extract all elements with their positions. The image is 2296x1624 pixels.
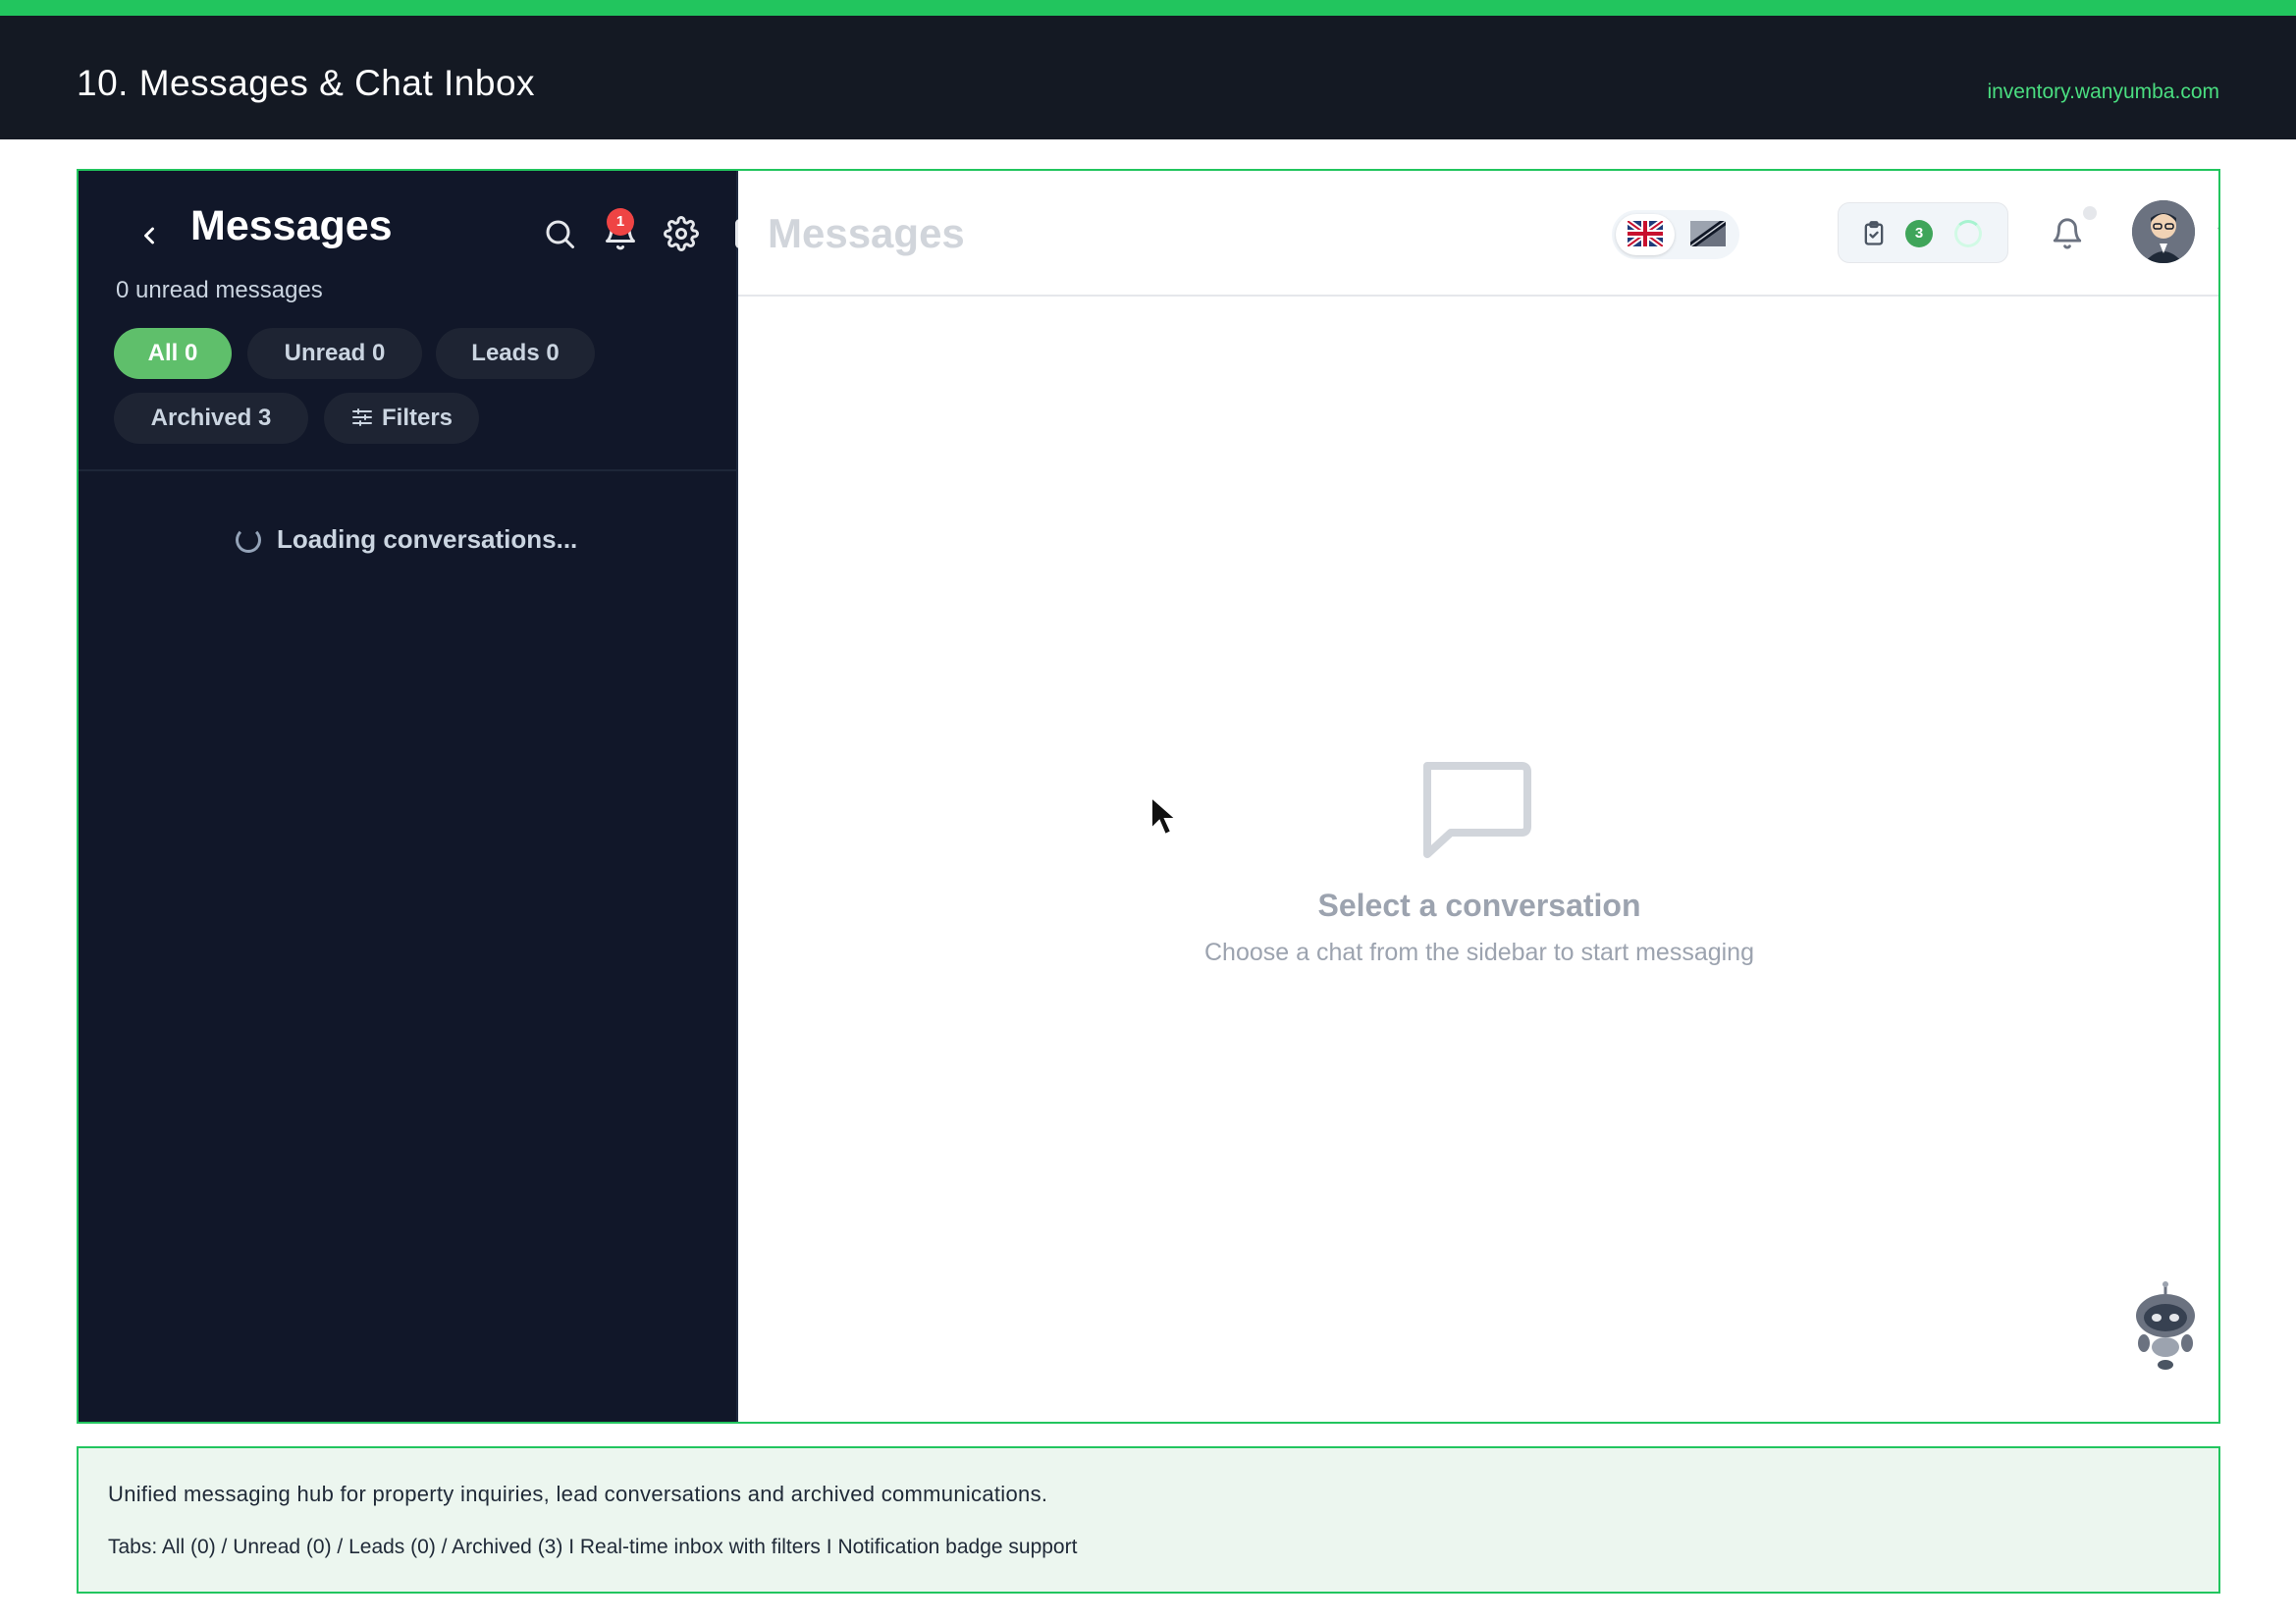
main-title: Messages bbox=[768, 210, 965, 256]
tab-leads[interactable]: Leads 0 bbox=[436, 328, 595, 379]
filters-button[interactable]: Filters bbox=[324, 393, 479, 444]
gear-icon bbox=[664, 216, 699, 251]
note-features: Tabs: All (0) / Unread (0) / Leads (0) /… bbox=[108, 1536, 1078, 1558]
slide-header: 10. Messages & Chat Inbox inventory.wany… bbox=[0, 16, 2296, 139]
search-icon bbox=[546, 220, 574, 248]
main-header: Messages 3 bbox=[738, 171, 2220, 297]
chevron-left-icon bbox=[144, 227, 154, 244]
notification-dot bbox=[2083, 206, 2097, 220]
filters-label: Filters bbox=[381, 405, 454, 431]
tanzania-flag-icon[interactable] bbox=[1690, 221, 1726, 246]
empty-state-title: Select a conversation bbox=[1317, 888, 1641, 923]
empty-state-subtitle: Choose a chat from the sidebar to start … bbox=[1203, 939, 1754, 966]
user-avatar-icon bbox=[2132, 200, 2195, 263]
slide-domain: inventory.wanyumba.com bbox=[1987, 81, 2219, 103]
mouse-cursor-icon bbox=[1150, 795, 1179, 837]
sidebar-title: Messages bbox=[190, 202, 393, 249]
tab-all[interactable]: All 0 bbox=[114, 328, 232, 379]
robot-icon[interactable] bbox=[2126, 1280, 2205, 1375]
back-button[interactable] bbox=[128, 208, 171, 263]
bell-icon bbox=[2053, 218, 2082, 249]
notification-badge: 1 bbox=[607, 208, 634, 236]
avatar[interactable] bbox=[2132, 200, 2195, 263]
clipboard-icon bbox=[1864, 221, 1884, 245]
tasks-widget[interactable]: 3 bbox=[1838, 202, 2008, 263]
sliders-icon bbox=[351, 407, 372, 426]
messages-sidebar: Messages 1 0 unread messages All 0 Unrea… bbox=[79, 171, 765, 1422]
tab-archived[interactable]: Archived 3 bbox=[114, 393, 308, 444]
spinner-icon bbox=[236, 526, 261, 553]
note-summary: Unified messaging hub for property inqui… bbox=[108, 1482, 1048, 1506]
uk-flag-icon[interactable] bbox=[1628, 221, 1663, 246]
screenshot-frame: Messages 1 0 unread messages All 0 Unrea… bbox=[77, 169, 2220, 1424]
chat-bubble-icon bbox=[1423, 762, 1531, 858]
tab-unread[interactable]: Unread 0 bbox=[247, 328, 422, 379]
sidebar-header: Messages 1 0 unread messages All 0 Unrea… bbox=[79, 171, 765, 471]
language-switcher[interactable] bbox=[1612, 210, 1739, 259]
loading-text: Loading conversations... bbox=[277, 524, 578, 554]
loading-indicator: Loading conversations... bbox=[236, 524, 577, 555]
sync-spinner-icon bbox=[1954, 220, 1982, 247]
settings-button[interactable] bbox=[658, 210, 705, 257]
conversation-pane: Messages 3 Select a conversation Choose … bbox=[738, 171, 2220, 1422]
search-button[interactable] bbox=[536, 210, 583, 257]
accent-bar bbox=[0, 0, 2296, 16]
tasks-count-badge: 3 bbox=[1905, 220, 1933, 247]
chevron-down-icon[interactable] bbox=[2213, 218, 2220, 245]
unread-count-text: 0 unread messages bbox=[116, 277, 323, 303]
description-note: Unified messaging hub for property inqui… bbox=[77, 1446, 2220, 1594]
slide-title: 10. Messages & Chat Inbox bbox=[77, 63, 536, 103]
